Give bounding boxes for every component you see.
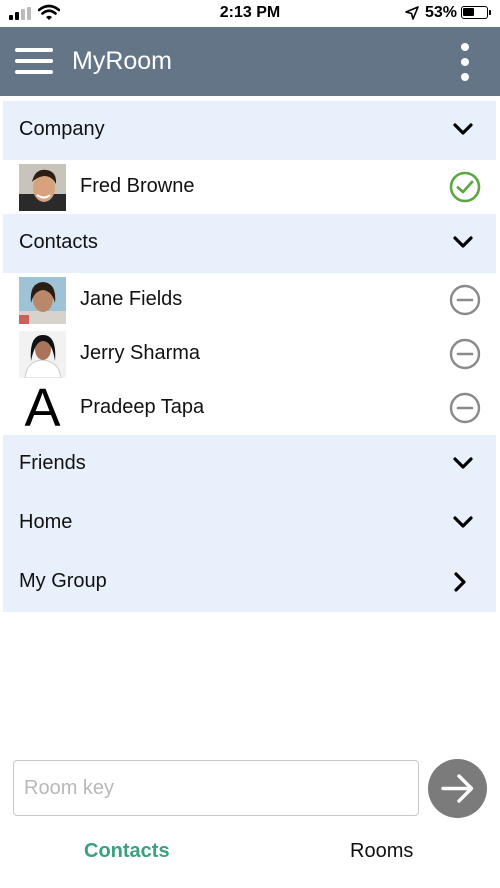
group-header-home[interactable]: Home bbox=[3, 494, 496, 553]
arrow-right-icon bbox=[441, 774, 474, 803]
group-header-contacts[interactable]: Contacts bbox=[3, 214, 496, 273]
chevron-down-icon bbox=[453, 123, 473, 135]
group-label: My Group bbox=[19, 570, 107, 592]
contact-group-list: Company Fred Browne Contacts Jane Fields… bbox=[3, 101, 496, 612]
group-label: Contacts bbox=[19, 231, 98, 253]
avatar bbox=[19, 164, 66, 211]
group-label: Friends bbox=[19, 452, 86, 474]
offline-minus-icon bbox=[449, 338, 481, 370]
letter-avatar: A bbox=[24, 385, 61, 432]
chevron-right-icon bbox=[454, 572, 466, 592]
group-header-friends[interactable]: Friends bbox=[3, 435, 496, 494]
contact-name: Fred Browne bbox=[80, 175, 195, 197]
contact-row[interactable]: Fred Browne bbox=[3, 160, 496, 214]
join-room-button[interactable] bbox=[428, 759, 487, 818]
group-header-company[interactable]: Company bbox=[3, 101, 496, 160]
app-bar: MyRoom bbox=[0, 27, 500, 96]
battery-percent: 53% bbox=[425, 4, 458, 21]
group-header-my-group[interactable]: My Group bbox=[3, 553, 496, 612]
contact-name: Jane Fields bbox=[80, 288, 183, 310]
battery-tip bbox=[489, 10, 491, 15]
battery-icon bbox=[461, 6, 488, 19]
room-key-input[interactable] bbox=[13, 760, 419, 816]
contact-row[interactable]: Jerry Sharma bbox=[3, 327, 496, 381]
avatar bbox=[19, 277, 66, 324]
group-label: Home bbox=[19, 511, 73, 533]
chevron-down-icon bbox=[453, 516, 473, 528]
contact-name: Jerry Sharma bbox=[80, 342, 201, 364]
contact-row[interactable]: Jane Fields bbox=[3, 273, 496, 327]
offline-minus-icon bbox=[449, 392, 481, 424]
more-vertical-icon[interactable] bbox=[456, 43, 474, 81]
avatar bbox=[19, 331, 66, 378]
location-arrow-icon bbox=[405, 6, 419, 20]
hamburger-menu-icon[interactable] bbox=[15, 48, 53, 75]
tab-rooms[interactable]: Rooms bbox=[350, 840, 413, 863]
contact-name: Pradeep Tapa bbox=[80, 396, 205, 418]
status-bar: 2:13 PM 53% bbox=[0, 0, 500, 27]
chevron-down-icon bbox=[453, 457, 473, 469]
online-check-icon bbox=[449, 171, 481, 203]
group-label: Company bbox=[19, 118, 105, 140]
battery-level-fill bbox=[463, 8, 474, 16]
tab-contacts[interactable]: Contacts bbox=[84, 840, 170, 863]
app-title: MyRoom bbox=[72, 47, 173, 75]
chevron-down-icon bbox=[453, 236, 473, 248]
contact-row[interactable]: A Pradeep Tapa bbox=[3, 381, 496, 435]
offline-minus-icon bbox=[449, 284, 481, 316]
